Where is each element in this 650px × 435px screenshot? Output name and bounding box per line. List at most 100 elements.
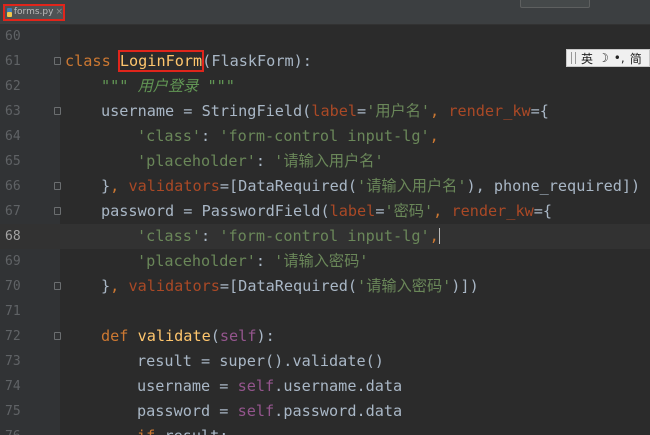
param-name: label <box>311 102 358 120</box>
code-token: ): <box>256 327 275 345</box>
code-token: ), phone_required]) <box>466 177 641 195</box>
string-literal: 'placeholder' <box>137 252 256 270</box>
keyword: class <box>65 52 120 70</box>
code-line[interactable]: 66 }, validators=[DataRequired('请输入用户名')… <box>0 174 650 199</box>
code-line[interactable]: 76 if result: <box>0 424 650 435</box>
string-literal: 'placeholder' <box>137 152 256 170</box>
string-literal: '用户名' <box>366 102 431 120</box>
python-file-icon <box>6 8 12 17</box>
code-token: result = super().validate() <box>137 352 384 370</box>
keyword: if <box>137 427 164 435</box>
code-token: : <box>255 152 275 170</box>
editor-tab-bar: forms.py × <box>0 0 650 25</box>
string-literal: '请输入用户名' <box>274 152 384 170</box>
code-token: , <box>429 227 439 245</box>
line-number: 76 <box>5 424 33 435</box>
code-text: }, validators=[DataRequired('请输入用户名'), p… <box>101 174 640 199</box>
code-token: = <box>357 102 367 120</box>
code-token: (FlaskForm): <box>202 52 312 70</box>
line-number: 73 <box>5 354 21 369</box>
code-line[interactable]: 62 """ 用户登录 """ <box>0 74 650 99</box>
code-token: password = <box>137 402 238 420</box>
param-name: validators <box>128 277 220 295</box>
code-token: ={ <box>530 102 549 120</box>
self-keyword: self <box>237 377 275 395</box>
code-line[interactable]: 60 <box>0 24 650 49</box>
string-literal: 'class' <box>137 227 202 245</box>
toolbar-search-box[interactable] <box>520 0 590 8</box>
ime-language-toggle[interactable]: 英 <box>581 50 593 67</box>
text-caret <box>438 228 440 244</box>
code-token: =[DataRequired( <box>219 177 358 195</box>
code-token: result: <box>164 427 228 435</box>
code-line[interactable]: 72 def validate(self): <box>0 324 650 349</box>
code-token: : <box>255 252 275 270</box>
file-tab-forms-py[interactable]: forms.py × <box>3 4 65 21</box>
param-name: label <box>329 202 376 220</box>
code-token: .username.data <box>274 377 403 395</box>
fold-toggle-icon[interactable] <box>54 57 61 65</box>
code-text: 'class': 'form-control input-lg', <box>137 124 439 149</box>
code-text: password = PasswordField(label='密码', ren… <box>101 199 552 224</box>
code-token: } <box>101 277 111 295</box>
line-number: 75 <box>5 404 21 419</box>
fold-toggle-icon[interactable] <box>54 182 61 190</box>
code-token: , <box>110 277 129 295</box>
param-name: validators <box>128 177 220 195</box>
punctuation-toggle[interactable]: •, <box>614 51 625 65</box>
code-text: result = super().validate() <box>137 349 384 374</box>
code-line[interactable]: 73 result = super().validate() <box>0 349 650 374</box>
line-number: 60 <box>5 29 21 44</box>
line-number: 71 <box>5 304 21 319</box>
code-token: username = <box>137 377 238 395</box>
fold-toggle-icon[interactable] <box>54 332 61 340</box>
string-literal: 'class' <box>137 127 202 145</box>
code-line-current[interactable]: 68 'class': 'form-control input-lg', <box>0 224 650 249</box>
fold-toggle-icon[interactable] <box>54 282 61 290</box>
code-line[interactable]: 71 <box>0 299 650 324</box>
fold-toggle-icon[interactable] <box>54 207 61 215</box>
moon-icon[interactable]: ☽ <box>598 51 609 65</box>
self-keyword: self <box>219 327 257 345</box>
param-name: render_kw <box>448 102 531 120</box>
line-number: 70 <box>5 279 21 294</box>
line-number: 63 <box>5 104 21 119</box>
self-keyword: self <box>237 402 275 420</box>
code-line[interactable]: 67 password = PasswordField(label='密码', … <box>0 199 650 224</box>
line-number: 62 <box>5 79 21 94</box>
code-text: 'class': 'form-control input-lg', <box>137 224 440 249</box>
ime-script-toggle[interactable]: 简 <box>630 50 642 67</box>
code-line[interactable]: 63 username = StringField(label='用户名', r… <box>0 99 650 124</box>
keyword: def <box>101 327 138 345</box>
string-literal: 'form-control input-lg' <box>219 227 430 245</box>
drag-handle-icon[interactable] <box>571 52 576 64</box>
line-number: 67 <box>5 204 21 219</box>
code-line[interactable]: 74 username = self.username.data <box>0 374 650 399</box>
code-line[interactable]: 61 class LoginForm(FlaskForm): <box>0 49 650 74</box>
code-token: password = PasswordField( <box>101 202 330 220</box>
string-literal: '请输入密码' <box>357 277 452 295</box>
fold-toggle-icon[interactable] <box>54 107 61 115</box>
code-line[interactable]: 70 }, validators=[DataRequired('请输入密码')]… <box>0 274 650 299</box>
code-token: ={ <box>533 202 553 220</box>
code-line[interactable]: 75 password = self.password.data <box>0 399 650 424</box>
code-token: : <box>201 127 220 145</box>
close-icon[interactable]: × <box>55 6 63 19</box>
line-number: 74 <box>5 379 21 394</box>
class-name-highlighted: LoginForm <box>117 50 205 72</box>
file-tab-label: forms.py <box>13 7 54 17</box>
ime-toolbar[interactable]: 英 ☽ •, 简 <box>566 49 650 67</box>
code-token: ( <box>210 327 220 345</box>
string-literal: '密码' <box>384 202 434 220</box>
code-token: .password.data <box>274 402 403 420</box>
code-text: 'placeholder': '请输入密码' <box>137 249 368 274</box>
line-number: 68 <box>5 229 21 244</box>
param-name: render_kw <box>451 202 534 220</box>
code-token: , <box>110 177 129 195</box>
code-token: username = StringField( <box>101 102 312 120</box>
string-literal: '请输入密码' <box>274 252 369 270</box>
function-name: validate <box>137 327 211 345</box>
code-line[interactable]: 65 'placeholder': '请输入用户名' <box>0 149 650 174</box>
code-line[interactable]: 64 'class': 'form-control input-lg', <box>0 124 650 149</box>
code-line[interactable]: 69 'placeholder': '请输入密码' <box>0 249 650 274</box>
